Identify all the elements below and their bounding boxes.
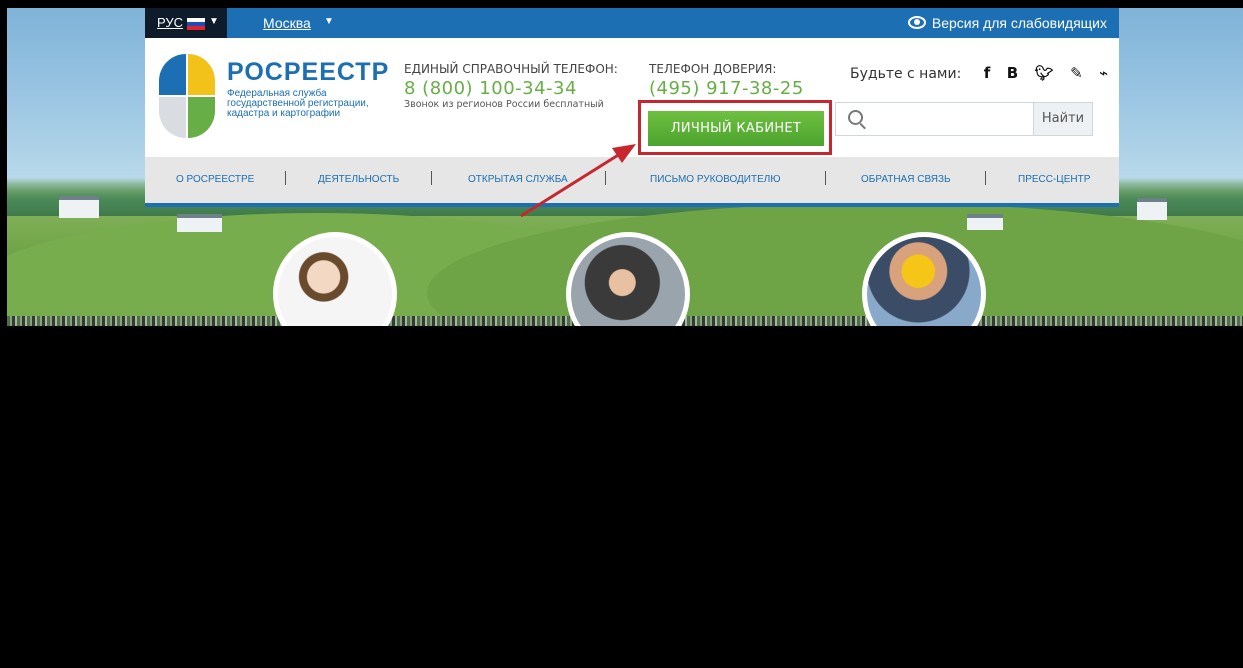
blank-region bbox=[0, 326, 1243, 668]
